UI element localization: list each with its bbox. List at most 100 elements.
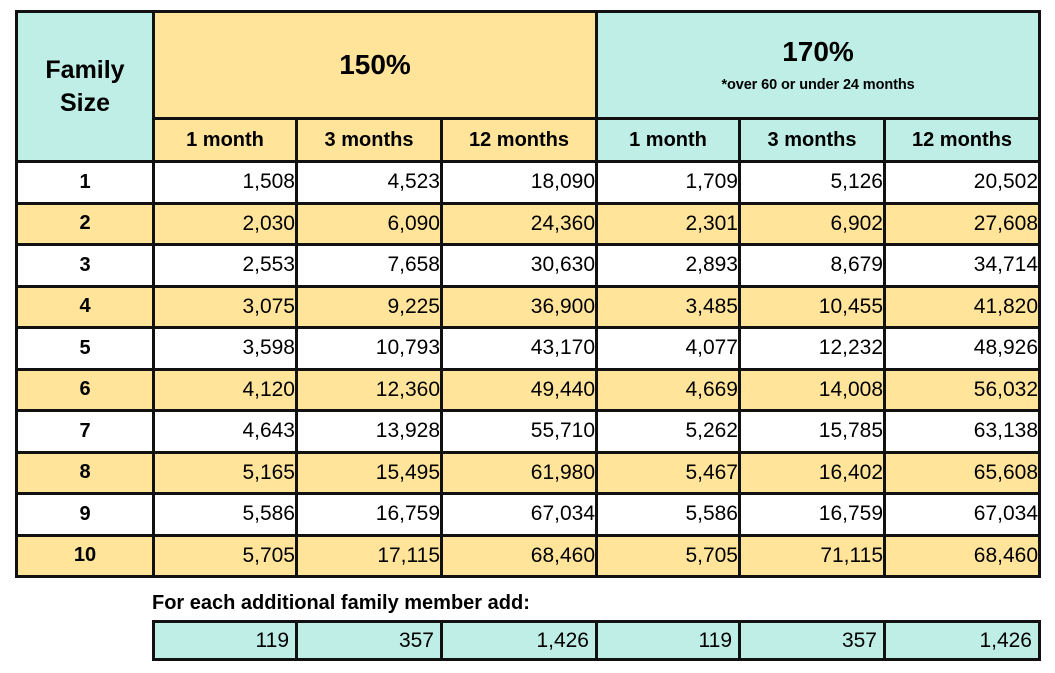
row-family-size: 5 <box>15 326 155 371</box>
additional-member-label: For each additional family member add: <box>152 592 530 614</box>
row-family-size: 2 <box>15 201 155 246</box>
cell-150-12months: 61,980 <box>440 450 598 495</box>
cell-150-1month: 5,705 <box>152 533 298 578</box>
cell-150-3months: 13,928 <box>295 409 443 454</box>
cell-170-1month: 2,893 <box>595 243 741 288</box>
cell-170-3months: 15,785 <box>738 409 886 454</box>
row-family-size: 1 <box>15 160 155 205</box>
cell-150-3months: 15,495 <box>295 450 443 495</box>
row-family-size: 6 <box>15 367 155 412</box>
cell-170-3months: 16,402 <box>738 450 886 495</box>
cell-150-12months: 24,360 <box>440 201 598 246</box>
cell-150-12months: 49,440 <box>440 367 598 412</box>
subheader-170-1month: 1 month <box>595 117 741 163</box>
group-header-150: 150% <box>152 10 598 120</box>
family-size-header-line2: Size <box>59 88 111 117</box>
cell-170-3months: 10,455 <box>738 284 886 329</box>
cell-170-3months: 5,126 <box>738 160 886 205</box>
cell-150-1month: 2,553 <box>152 243 298 288</box>
cell-150-12months: 67,034 <box>440 492 598 537</box>
cell-150-12months: 36,900 <box>440 284 598 329</box>
subheader-150-3months: 3 months <box>295 117 443 163</box>
cell-150-12months: 30,630 <box>440 243 598 288</box>
cell-150-12months: 55,710 <box>440 409 598 454</box>
add-cell-150-1month: 119 <box>152 620 298 661</box>
table-header: Family Size 150% 170% *over 60 or under … <box>15 10 1042 163</box>
add-cell-170-12months: 1,426 <box>883 620 1041 661</box>
table-row: 7 4,643 13,928 55,710 5,262 15,785 63,13… <box>15 409 1042 454</box>
cell-170-1month: 4,077 <box>595 326 741 371</box>
cell-170-12months: 68,460 <box>882 533 1042 578</box>
cell-170-12months: 67,034 <box>882 492 1042 537</box>
table-row: 1 1,508 4,523 18,090 1,709 5,126 20,502 <box>15 160 1042 205</box>
cell-170-1month: 5,467 <box>595 450 741 495</box>
cell-170-1month: 5,262 <box>595 409 741 454</box>
add-cell-170-1month: 119 <box>595 620 741 661</box>
cell-150-1month: 3,075 <box>152 284 298 329</box>
cell-170-1month: 4,669 <box>595 367 741 412</box>
cell-150-3months: 6,090 <box>295 201 443 246</box>
cell-170-12months: 48,926 <box>882 326 1042 371</box>
cell-170-12months: 56,032 <box>882 367 1042 412</box>
table-body: 1 1,508 4,523 18,090 1,709 5,126 20,502 … <box>15 160 1042 578</box>
row-family-size: 9 <box>15 492 155 537</box>
additional-member-table: 119 357 1,426 119 357 1,426 <box>152 620 1041 661</box>
income-eligibility-table-page: Family Size 150% 170% *over 60 or under … <box>0 0 1055 673</box>
add-cell-150-3months: 357 <box>295 620 443 661</box>
cell-170-3months: 12,232 <box>738 326 886 371</box>
table-row: 9 5,586 16,759 67,034 5,586 16,759 67,03… <box>15 492 1042 537</box>
group-header-150-title: 150% <box>339 48 411 80</box>
cell-150-3months: 7,658 <box>295 243 443 288</box>
cell-170-12months: 65,608 <box>882 450 1042 495</box>
cell-150-3months: 10,793 <box>295 326 443 371</box>
cell-170-12months: 63,138 <box>882 409 1042 454</box>
income-eligibility-table: Family Size 150% 170% *over 60 or under … <box>15 10 1042 578</box>
cell-170-1month: 2,301 <box>595 201 741 246</box>
cell-170-12months: 20,502 <box>882 160 1042 205</box>
cell-150-1month: 4,643 <box>152 409 298 454</box>
table-row: 10 5,705 17,115 68,460 5,705 71,115 68,4… <box>15 533 1042 578</box>
cell-170-1month: 5,586 <box>595 492 741 537</box>
group-header-170-note: *over 60 or under 24 months <box>721 77 915 94</box>
cell-170-1month: 1,709 <box>595 160 741 205</box>
cell-170-3months: 14,008 <box>738 367 886 412</box>
table-row: 8 5,165 15,495 61,980 5,467 16,402 65,60… <box>15 450 1042 495</box>
cell-170-12months: 41,820 <box>882 284 1042 329</box>
cell-150-3months: 12,360 <box>295 367 443 412</box>
cell-170-1month: 5,705 <box>595 533 741 578</box>
cell-150-1month: 5,586 <box>152 492 298 537</box>
cell-150-1month: 4,120 <box>152 367 298 412</box>
cell-150-1month: 2,030 <box>152 201 298 246</box>
cell-170-12months: 27,608 <box>882 201 1042 246</box>
family-size-header-line1: Family <box>45 55 125 84</box>
cell-170-3months: 6,902 <box>738 201 886 246</box>
cell-150-1month: 5,165 <box>152 450 298 495</box>
add-cell-150-12months: 1,426 <box>440 620 598 661</box>
cell-150-12months: 68,460 <box>440 533 598 578</box>
cell-170-12months: 34,714 <box>882 243 1042 288</box>
subheader-150-1month: 1 month <box>152 117 298 163</box>
cell-170-3months: 8,679 <box>738 243 886 288</box>
table-row: 4 3,075 9,225 36,900 3,485 10,455 41,820 <box>15 284 1042 329</box>
cell-150-1month: 1,508 <box>152 160 298 205</box>
subheader-170-12months: 12 months <box>882 117 1042 163</box>
group-header-170-title: 170% <box>782 35 854 67</box>
group-header-row: Family Size 150% 170% *over 60 or under … <box>15 10 1042 163</box>
group-header-170: 170% *over 60 or under 24 months <box>594 10 1042 120</box>
add-cell-170-3months: 357 <box>738 620 886 661</box>
cell-170-1month: 3,485 <box>595 284 741 329</box>
cell-150-1month: 3,598 <box>152 326 298 371</box>
cell-150-3months: 4,523 <box>295 160 443 205</box>
family-size-header: Family Size <box>15 10 155 163</box>
row-family-size: 4 <box>15 284 155 329</box>
row-family-size: 8 <box>15 450 155 495</box>
row-family-size: 7 <box>15 409 155 454</box>
subheader-150-12months: 12 months <box>440 117 598 163</box>
table-row: 6 4,120 12,360 49,440 4,669 14,008 56,03… <box>15 367 1042 412</box>
cell-150-12months: 18,090 <box>440 160 598 205</box>
cell-170-3months: 16,759 <box>738 492 886 537</box>
subheader-row: 1 month 3 months 12 months 1 month 3 mon… <box>17 117 1042 163</box>
cell-170-3months: 71,115 <box>738 533 886 578</box>
cell-150-12months: 43,170 <box>440 326 598 371</box>
table-row: 3 2,553 7,658 30,630 2,893 8,679 34,714 <box>15 243 1042 288</box>
